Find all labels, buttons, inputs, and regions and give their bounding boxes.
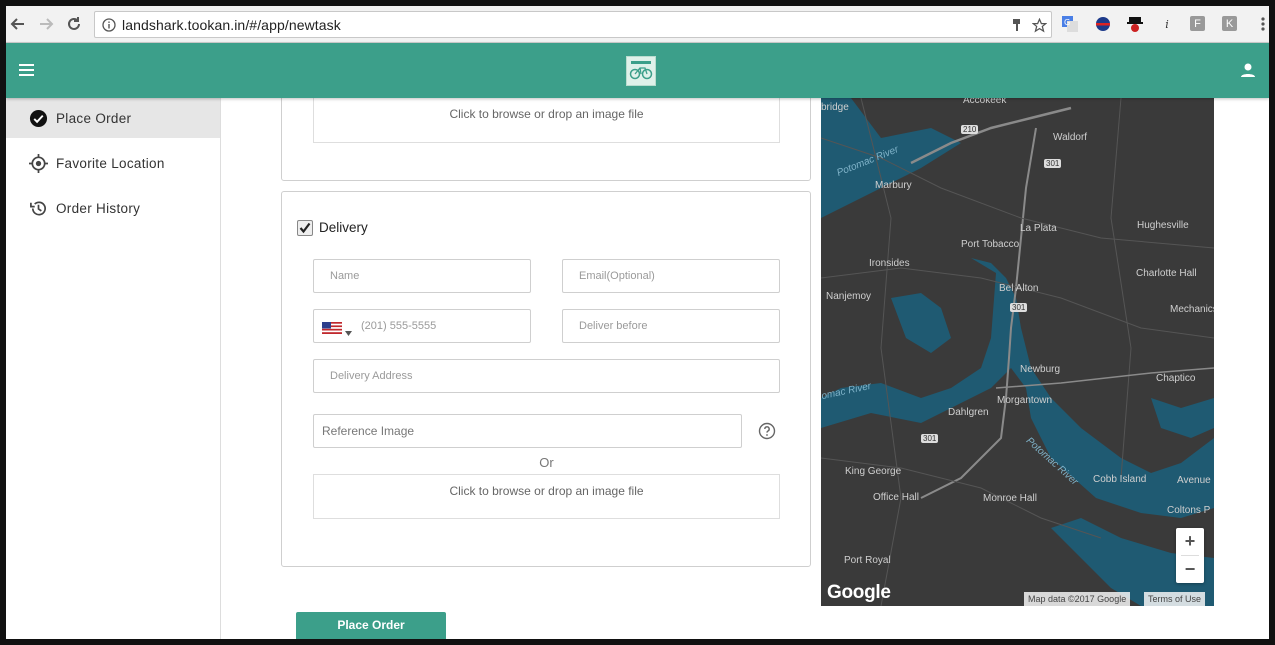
reload-icon[interactable] [64,14,84,34]
map-view[interactable]: Accokeek Waldorf Marbury La Plata Hughes… [821,98,1214,606]
map-label: Morgantown [997,395,1053,406]
map-label: bridge [821,102,849,113]
info-extension-icon[interactable]: i [1158,15,1176,33]
browser-toolbar: landshark.tookan.in/#/app/newtask G i F … [6,6,1269,43]
map-label: Bel Alton [999,283,1039,294]
google-translate-icon[interactable]: G [1061,15,1079,33]
sidebar-item-favorite-location[interactable]: Favorite Location [6,143,220,183]
deliver-before-field[interactable]: Deliver before [562,309,780,343]
map-label: Avenue [1177,475,1211,486]
map-label: Port Royal [844,555,891,566]
email-field[interactable]: Email(Optional) [562,259,780,293]
reference-image-field[interactable]: Reference Image [313,414,742,448]
globe-extension-icon[interactable] [1094,15,1112,33]
delivery-card: Delivery Name Email(Optional) (201) 555-… [281,191,811,567]
name-placeholder: Name [330,270,360,282]
sidebar-item-label: Place Order [56,110,132,126]
map-label: Monroe Hall [983,493,1037,504]
sidebar-item-place-order[interactable]: Place Order [6,98,220,138]
map-label: Charlotte Hall [1136,268,1197,279]
phone-placeholder: (201) 555-5555 [361,320,437,332]
sidebar: Place Order Favorite Location Order Hist… [6,98,221,639]
key-icon[interactable] [1009,17,1025,33]
terms-of-use-link[interactable]: Terms of Use [1144,592,1206,606]
google-logo[interactable]: Google [827,582,891,604]
map-label: Mechanics [1170,304,1214,315]
app-logo [626,56,656,86]
delivery-address-field[interactable]: Delivery Address [313,359,780,393]
star-icon[interactable] [1031,17,1047,33]
help-icon[interactable] [758,422,776,440]
address-bar[interactable]: landshark.tookan.in/#/app/newtask [94,11,1052,38]
email-placeholder: Email(Optional) [579,270,655,282]
phone-field[interactable]: (201) 555-5555 [313,309,531,343]
map-label: La Plata [1020,223,1057,234]
map-attribution: Map data ©2017 Google [1024,592,1131,606]
svg-text:G: G [1064,18,1070,27]
dropzone-text: Click to browse or drop an image file [449,484,644,498]
map-label: Port Tobacco [961,239,1020,250]
hamburger-menu-icon[interactable] [18,61,36,79]
bicycle-logo-icon [629,61,653,80]
map-label: Coltons P [1167,505,1211,516]
map-label: Marbury [875,180,912,191]
map-label: Nanjemoy [826,291,872,302]
us-flag-icon[interactable] [322,321,342,334]
sidebar-item-order-history[interactable]: Order History [6,188,220,228]
map-label: Newburg [1020,364,1061,375]
route-shield: 301 [1044,159,1062,168]
chevron-down-icon[interactable] [345,323,352,341]
user-account-icon[interactable] [1239,61,1257,79]
map-label: Chaptico [1156,373,1196,384]
delivery-image-dropzone[interactable]: Click to browse or drop an image file [313,474,780,519]
sidebar-item-label: Favorite Location [56,155,165,171]
route-shield: 301 [1010,303,1028,312]
zoom-out-button[interactable]: − [1176,556,1204,583]
menu-dots-icon[interactable] [1254,15,1269,33]
map-label: Dahlgren [948,407,989,418]
reference-image-label: Reference Image [322,424,415,438]
app-header [6,43,1269,98]
sidebar-item-label: Order History [56,200,141,216]
zoom-in-button[interactable]: + [1176,528,1204,555]
k-extension-icon[interactable]: K [1222,16,1237,31]
check-circle-icon [28,108,48,128]
map-label: Cobb Island [1093,474,1147,485]
route-shield: 210 [961,125,979,134]
deliver-before-placeholder: Deliver before [579,320,648,332]
f-extension-icon[interactable]: F [1190,16,1205,31]
map-label: Hughesville [1137,220,1189,231]
info-icon[interactable] [101,17,117,33]
route-shield: 301 [921,434,939,443]
map-label: King George [845,466,902,477]
back-icon[interactable] [8,14,28,34]
location-target-icon [28,153,48,173]
delivery-checkbox[interactable] [297,220,313,236]
delivery-checkbox-label: Delivery [319,220,368,235]
map-label: Waldorf [1053,132,1088,143]
name-field[interactable]: Name [313,259,531,293]
or-separator: Or [539,455,554,470]
dropzone-text: Click to browse or drop an image file [449,107,644,121]
map-label: Ironsides [869,258,910,269]
delivery-address-placeholder: Delivery Address [330,370,413,382]
spy-extension-icon[interactable] [1126,15,1144,33]
checkmark-icon [299,222,311,234]
history-icon [28,198,48,218]
forward-icon[interactable] [36,14,56,34]
place-order-button[interactable]: Place Order [296,612,446,639]
map-zoom-control: + − [1176,528,1204,583]
pickup-card: Click to browse or drop an image file [281,86,811,181]
map-label: Accokeek [963,98,1007,106]
url-text[interactable]: landshark.tookan.in/#/app/newtask [122,17,341,33]
map-label: Office Hall [873,492,919,503]
map-canvas [821,98,1214,606]
browser-window: landshark.tookan.in/#/app/newtask G i F … [6,6,1269,639]
